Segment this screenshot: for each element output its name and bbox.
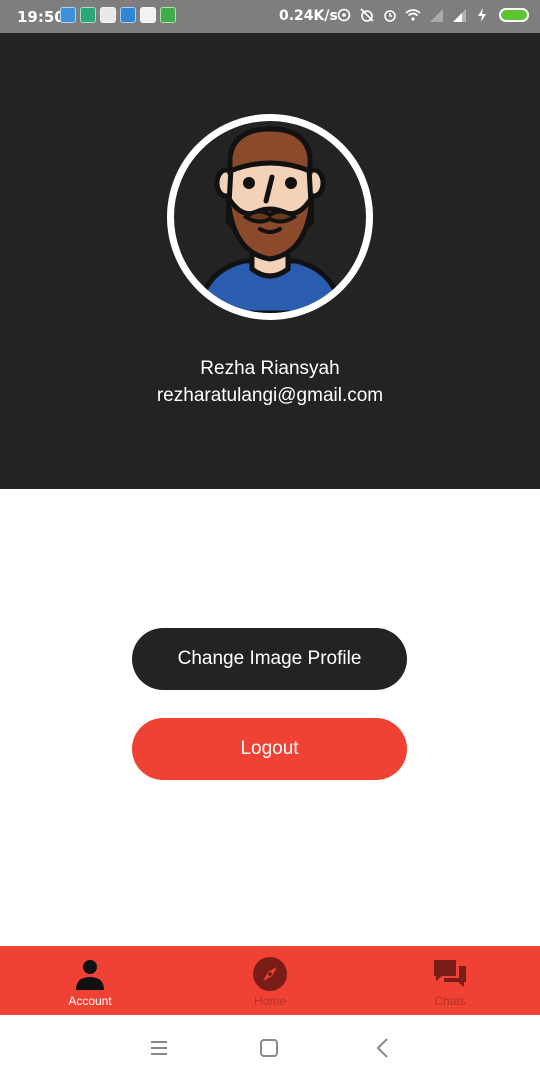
battery-icon bbox=[499, 8, 529, 22]
android-notification-icon bbox=[160, 7, 176, 23]
nav-label-chats: Chats bbox=[434, 994, 466, 1008]
message-notification-icon bbox=[80, 7, 96, 23]
alarm-icon bbox=[384, 10, 396, 22]
alarm-off-icon bbox=[360, 8, 374, 22]
system-navigation-bar bbox=[0, 1015, 540, 1080]
notification-icons bbox=[60, 7, 176, 23]
sync-icon bbox=[337, 8, 351, 22]
nav-item-account[interactable]: Account bbox=[0, 946, 180, 1015]
person-icon bbox=[76, 960, 104, 990]
profile-header: Rezha Riansyah rezharatulangi@gmail.com bbox=[0, 33, 540, 489]
chat-bubbles-icon bbox=[434, 960, 466, 987]
compass-icon bbox=[253, 957, 287, 991]
network-speed: 0.24K/s bbox=[279, 8, 338, 24]
nav-item-chats[interactable]: Chats bbox=[360, 946, 540, 1015]
profile-email: rezharatulangi@gmail.com bbox=[156, 385, 384, 406]
signal-icon bbox=[453, 9, 466, 22]
signal-empty-icon bbox=[430, 9, 443, 22]
nav-label-home: Home bbox=[253, 994, 286, 1008]
status-time: 19:50 bbox=[17, 8, 65, 26]
status-bar: 19:50 0.24K/s bbox=[0, 0, 540, 33]
app-notification-icon bbox=[120, 7, 136, 23]
chrome-notification-icon bbox=[100, 7, 116, 23]
nav-label-account: Account bbox=[68, 994, 112, 1008]
usb-notification-icon bbox=[60, 7, 76, 23]
back-icon[interactable] bbox=[370, 1035, 396, 1061]
wifi-icon bbox=[405, 9, 421, 21]
drive-notification-icon bbox=[140, 7, 156, 23]
logout-button[interactable]: Logout bbox=[132, 718, 407, 780]
charging-icon bbox=[478, 8, 486, 22]
status-right-icons bbox=[336, 7, 529, 23]
change-image-profile-button[interactable]: Change Image Profile bbox=[132, 628, 407, 690]
profile-avatar[interactable] bbox=[167, 114, 373, 320]
nav-item-home[interactable]: Home bbox=[180, 946, 360, 1015]
profile-name: Rezha Riansyah bbox=[200, 358, 340, 379]
bearded-man-avatar-icon bbox=[195, 126, 345, 313]
menu-icon[interactable] bbox=[146, 1035, 172, 1061]
home-square-icon[interactable] bbox=[256, 1035, 282, 1061]
bottom-navigation: Account Home Chats bbox=[0, 946, 540, 1015]
